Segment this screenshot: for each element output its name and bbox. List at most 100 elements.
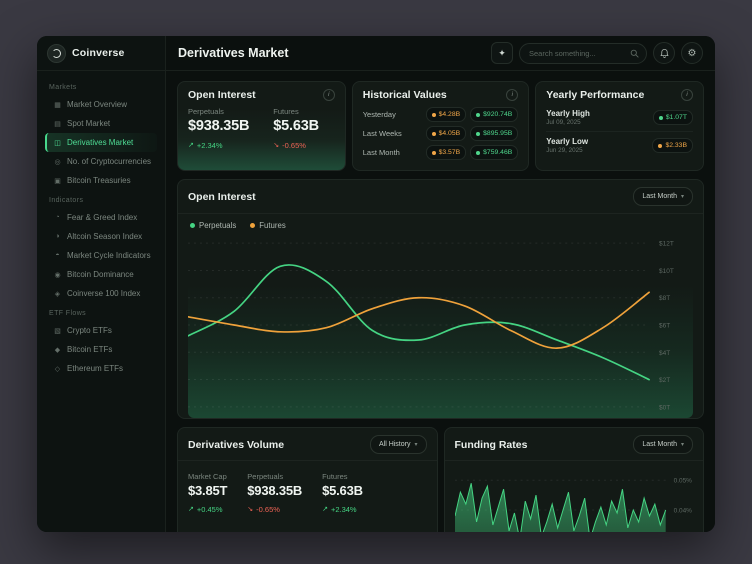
stat-value: $3.85T: [188, 483, 227, 498]
trend-up-icon: [188, 141, 194, 149]
sidebar-item-label: Derivatives Market: [67, 138, 133, 147]
svg-text:$12T: $12T: [659, 241, 674, 248]
change-badge: -0.65%: [273, 141, 306, 150]
section-label-indicators: Indicators: [49, 197, 153, 204]
chevron-down-icon: [414, 441, 417, 448]
yearly-low-pill: $2.33B: [652, 138, 693, 153]
coinverse-index-icon: ◈: [53, 290, 62, 298]
change-badge: +2.34%: [322, 505, 357, 514]
legend-perpetuals[interactable]: Perpetuals: [190, 221, 236, 230]
row-label: Last Weeks: [363, 129, 402, 138]
search-icon: [630, 49, 639, 58]
sidebar-item-label: Market Cycle Indicators: [67, 251, 151, 260]
sidebar-item-bitcoin-treasuries[interactable]: ▣ Bitcoin Treasuries: [45, 171, 157, 190]
search-box[interactable]: [519, 43, 647, 64]
cryptocurrencies-icon: ◎: [53, 158, 62, 166]
chart-legend: Perpetuals Futures: [178, 214, 703, 230]
search-input[interactable]: [527, 48, 625, 59]
bell-icon: [659, 48, 670, 59]
trend-down-icon: [273, 141, 279, 149]
sidebar-item-spot-market[interactable]: ▤ Spot Market: [45, 114, 157, 133]
stat-perpetuals: Perpetuals $938.35B -0.65%: [247, 472, 302, 516]
range-dropdown[interactable]: Last Month: [633, 187, 693, 206]
stat-futures: Futures $5.63B -0.65%: [273, 107, 319, 152]
svg-text:$6T: $6T: [659, 322, 670, 329]
card-title: Funding Rates: [455, 439, 528, 451]
legend-futures[interactable]: Futures: [250, 221, 285, 230]
stat-label: Perpetuals: [188, 107, 249, 116]
card-title: Yearly Performance: [546, 89, 644, 101]
derivatives-volume-card: Derivatives Volume All History Market Ca…: [177, 427, 438, 532]
futures-value-pill: $3.57B: [426, 145, 467, 160]
page-title: Derivatives Market: [178, 46, 288, 60]
sidebar-item-label: Spot Market: [67, 119, 110, 128]
market-overview-icon: ▦: [53, 101, 62, 109]
stat-market-cap: Market Cap $3.85T +0.45%: [188, 472, 227, 516]
sidebar-item-bitcoin-dominance[interactable]: ◉ Bitcoin Dominance: [45, 265, 157, 284]
info-icon[interactable]: [506, 89, 518, 101]
sidebar-item-no-of-cryptocurrencies[interactable]: ◎ No. of Cryptocurrencies: [45, 152, 157, 171]
sidebar-item-crypto-etfs[interactable]: ▧ Crypto ETFs: [45, 321, 157, 340]
range-dropdown[interactable]: Last Month: [633, 435, 693, 454]
open-interest-chart-card: Open Interest Last Month Perpetuals Futu…: [177, 179, 704, 419]
open-interest-summary-card: Open Interest Perpetuals $938.35B +2.34%…: [177, 81, 346, 171]
range-dropdown[interactable]: All History: [370, 435, 427, 454]
top-actions: [491, 42, 703, 64]
section-label-etf-flows: ETF Flows: [49, 310, 153, 317]
notifications-button[interactable]: [653, 42, 675, 64]
stat-futures: Futures $5.63B +2.34%: [322, 472, 363, 516]
altcoin-season-icon: ◑: [53, 233, 62, 240]
orange-dot-icon: [432, 151, 436, 155]
row-label: Last Month: [363, 148, 400, 157]
crypto-etfs-icon: ▧: [53, 327, 62, 335]
fear-greed-icon: ◔: [53, 214, 62, 221]
sidebar-item-label: Ethereum ETFs: [67, 364, 123, 373]
svg-text:$0T: $0T: [659, 404, 670, 411]
yearly-low-row: Yearly Low Jun 29, 2025 $2.33B: [546, 131, 693, 159]
change-badge: +2.34%: [188, 141, 223, 150]
sidebar-item-label: Market Overview: [67, 100, 127, 109]
stat-value: $938.35B: [247, 483, 302, 498]
chart-plot-area: $12T$10T$8T$6T$4T$2T$0T: [188, 233, 693, 418]
sidebar-item-label: Crypto ETFs: [67, 326, 112, 335]
perpetuals-value-pill: $759.46B: [470, 145, 518, 160]
settings-button[interactable]: [681, 42, 703, 64]
sidebar-item-label: Fear & Greed Index: [67, 213, 137, 222]
row-date: Jul 09, 2025: [546, 119, 590, 126]
sidebar-item-market-cycle-indicators[interactable]: ◓ Market Cycle Indicators: [45, 246, 157, 265]
funding-rates-chart: 0.05%0.04%0.03%: [455, 466, 694, 532]
sidebar-item-fear-greed-index[interactable]: ◔ Fear & Greed Index: [45, 208, 157, 227]
change-badge: +0.45%: [188, 505, 223, 514]
sidebar-item-altcoin-season-index[interactable]: ◑ Altcoin Season Index: [45, 227, 157, 246]
market-cycle-icon: ◓: [53, 252, 62, 259]
sidebar-item-ethereum-etfs[interactable]: ◇ Ethereum ETFs: [45, 359, 157, 378]
change-badge: -0.65%: [247, 505, 280, 514]
futures-value-pill: $4.28B: [426, 107, 467, 122]
stat-value: $5.63B: [273, 118, 319, 134]
perpetuals-value-pill: $920.74B: [470, 107, 518, 122]
info-icon[interactable]: [323, 89, 335, 101]
card-title: Open Interest: [188, 89, 256, 101]
svg-text:0.04%: 0.04%: [673, 508, 692, 515]
stat-perpetuals: Perpetuals $938.35B +2.34%: [188, 107, 249, 152]
info-icon[interactable]: [681, 89, 693, 101]
dashboard-window: Coinverse Markets ▦ Market Overview ▤ Sp…: [37, 36, 715, 532]
chevron-down-icon: [681, 441, 684, 448]
sidebar-item-label: Bitcoin ETFs: [67, 345, 112, 354]
sidebar-item-bitcoin-etfs[interactable]: ◆ Bitcoin ETFs: [45, 340, 157, 359]
logo[interactable]: Coinverse: [37, 36, 165, 71]
sidebar-item-derivatives-market[interactable]: ◫ Derivatives Market: [45, 133, 157, 152]
trend-up-icon: [322, 505, 328, 513]
stat-label: Futures: [322, 472, 363, 481]
sidebar-item-label: No. of Cryptocurrencies: [67, 157, 151, 166]
row-label: Yearly High: [546, 109, 590, 118]
funding-rates-card: Funding Rates Last Month: [444, 427, 705, 532]
ethereum-etfs-icon: ◇: [53, 365, 62, 373]
trend-up-icon: [188, 505, 194, 513]
yearly-performance-card: Yearly Performance Yearly High Jul 09, 2…: [535, 81, 704, 171]
ai-assistant-button[interactable]: [491, 42, 513, 64]
perpetuals-dot-icon: [190, 223, 195, 228]
row-label: Yesterday: [363, 110, 396, 119]
sidebar-item-market-overview[interactable]: ▦ Market Overview: [45, 95, 157, 114]
sidebar-item-coinverse-100-index[interactable]: ◈ Coinverse 100 Index: [45, 284, 157, 303]
